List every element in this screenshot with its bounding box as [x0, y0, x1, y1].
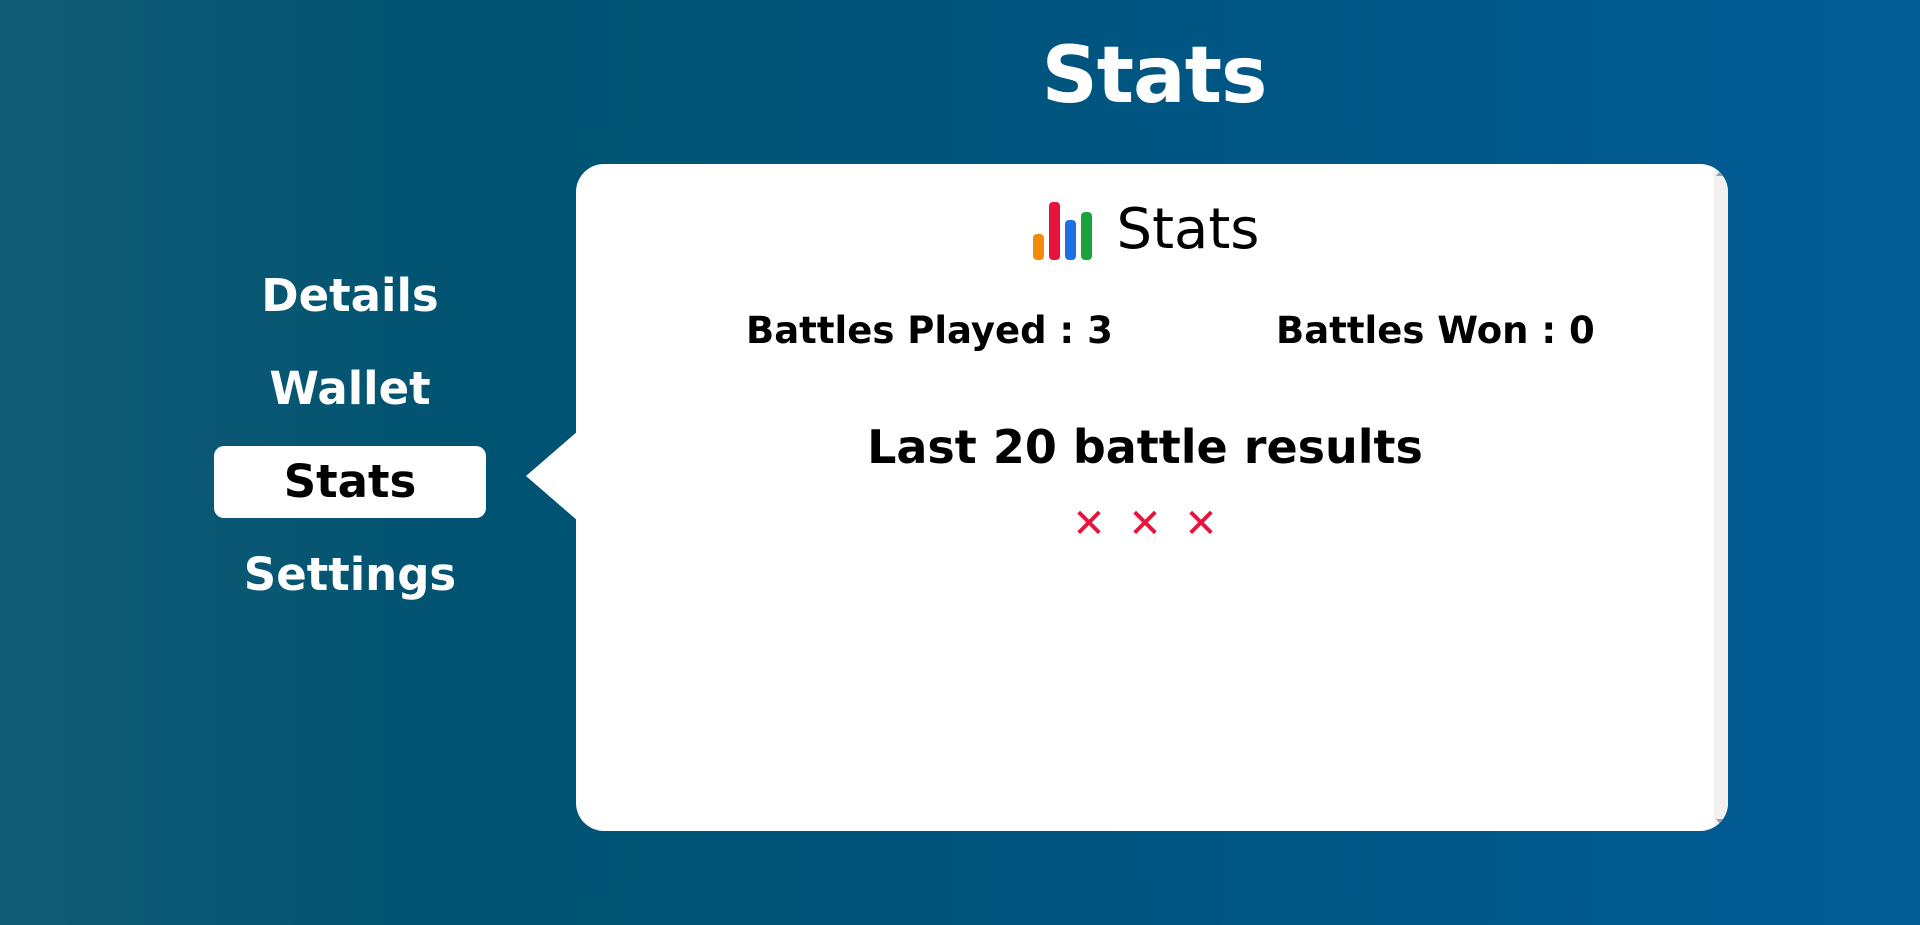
panel-scrollbar[interactable] — [1714, 164, 1728, 831]
scroll-up-icon[interactable] — [1716, 170, 1726, 176]
chart-icon-bar-1 — [1032, 233, 1044, 260]
side-nav: Details Wallet Stats Settings — [214, 260, 486, 632]
nav-item-wallet[interactable]: Wallet — [214, 353, 486, 425]
chart-icon-bar-4 — [1080, 211, 1092, 260]
bar-chart-icon — [1032, 201, 1092, 260]
chart-icon-bar-2 — [1048, 201, 1060, 260]
scroll-down-icon[interactable] — [1716, 819, 1726, 825]
loss-icon: ✕ — [1184, 501, 1218, 547]
stats-panel: Stats Battles Played : 3 Battles Won : 0… — [576, 164, 1728, 831]
page-title: Stats — [1041, 31, 1268, 121]
nav-item-details[interactable]: Details — [214, 260, 486, 332]
battle-results: ✕ ✕ ✕ — [576, 504, 1714, 544]
nav-item-settings[interactable]: Settings — [214, 539, 486, 611]
loss-icon: ✕ — [1072, 501, 1106, 547]
chart-icon-bar-3 — [1064, 219, 1076, 260]
battles-won: Battles Won : 0 — [1276, 309, 1595, 352]
battles-played: Battles Played : 3 — [746, 309, 1113, 352]
panel-title: Stats — [1116, 197, 1260, 262]
results-heading: Last 20 battle results — [867, 420, 1423, 474]
nav-item-stats[interactable]: Stats — [214, 446, 486, 518]
loss-icon: ✕ — [1128, 501, 1162, 547]
panel-header: Stats — [576, 196, 1714, 263]
panel-pointer — [526, 431, 578, 521]
